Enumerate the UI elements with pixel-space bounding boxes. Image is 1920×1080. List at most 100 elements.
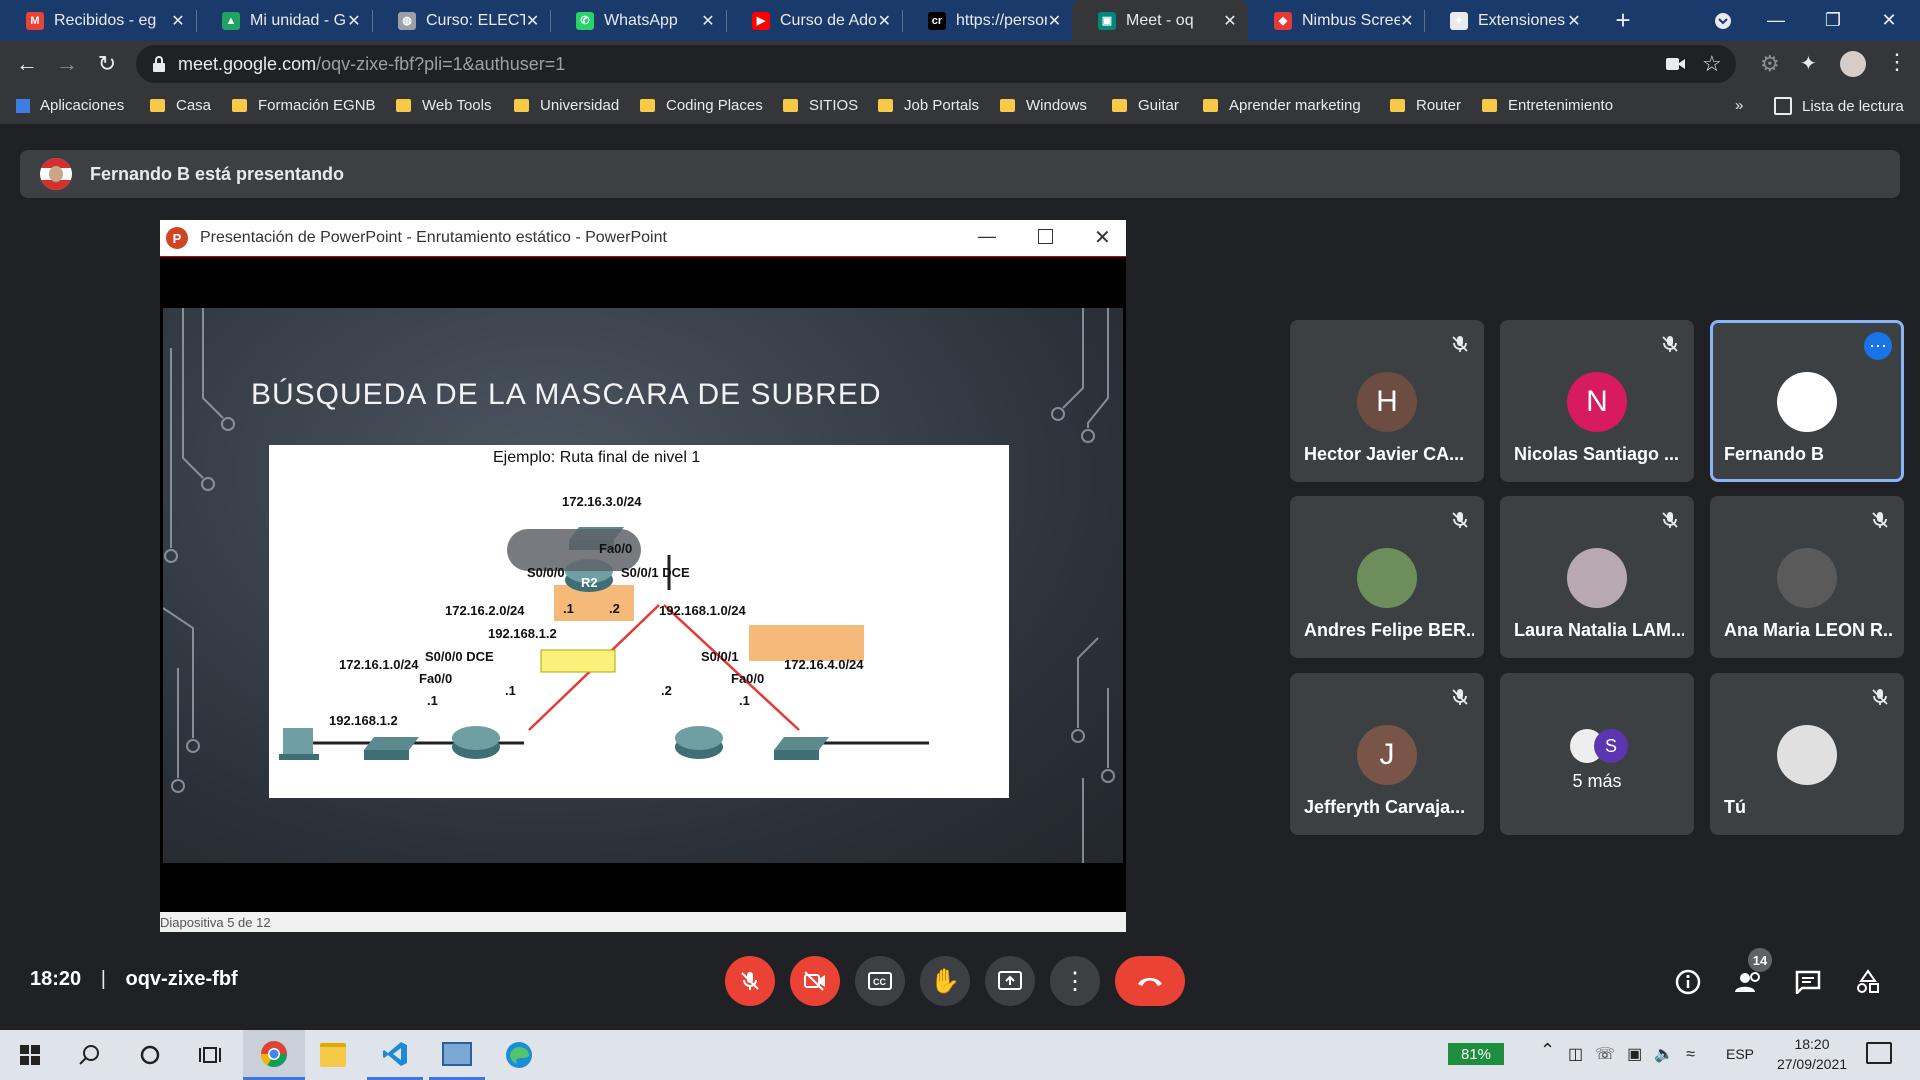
close-window-button[interactable]: ✕: [1866, 0, 1912, 41]
input-language[interactable]: ESP: [1726, 1046, 1754, 1062]
present-screen-button[interactable]: [985, 956, 1035, 1006]
tile-options-button[interactable]: ⋯: [1864, 332, 1892, 360]
bookmark-item[interactable]: Formación EGNB: [232, 97, 376, 114]
bookmark-item[interactable]: Web Tools: [396, 97, 492, 114]
taskbar-file-explorer[interactable]: [305, 1030, 361, 1080]
bookmark-label: Web Tools: [422, 97, 492, 114]
tab-close-icon[interactable]: ✕: [1047, 11, 1062, 31]
forward-button[interactable]: →: [52, 49, 82, 79]
tab-close-icon[interactable]: ✕: [700, 11, 716, 31]
taskbar-screen-app[interactable]: [429, 1030, 485, 1080]
tab-8[interactable]: ✦ Extensiones ✕: [1424, 0, 1592, 41]
participant-tile[interactable]: J Jefferyth Carvaja...: [1290, 673, 1484, 835]
browser-menu-icon[interactable]: ⋮: [1886, 49, 1908, 75]
camera-icon[interactable]: [1666, 57, 1686, 71]
bookmark-item[interactable]: Coding Places: [640, 97, 763, 114]
tab-5[interactable]: cr https://person ✕: [902, 0, 1072, 41]
participant-tile[interactable]: Tú: [1710, 673, 1904, 835]
more-vert-icon: ⋮: [1063, 967, 1087, 995]
bookmark-item[interactable]: Job Portals: [878, 97, 979, 114]
meeting-details-button[interactable]: [1670, 964, 1706, 1000]
bookmark-label: Guitar: [1138, 97, 1179, 114]
more-options-button[interactable]: ⋮: [1050, 956, 1100, 1006]
new-tab-button[interactable]: +: [1600, 0, 1646, 41]
camera-toggle-button[interactable]: [790, 956, 840, 1006]
tab-7[interactable]: ◆ Nimbus Screen✕: [1248, 0, 1424, 41]
participant-tile[interactable]: Andres Felipe BER...: [1290, 496, 1484, 658]
tab-1[interactable]: ▲ Mi unidad - G ✕: [196, 0, 372, 41]
ppt-minimize-icon: —: [978, 226, 996, 246]
restore-window-button[interactable]: ❐: [1810, 0, 1856, 41]
extension-gear-icon[interactable]: ⚙: [1760, 51, 1780, 77]
chat-button[interactable]: [1790, 964, 1826, 1000]
more-bookmarks-button[interactable]: »: [1735, 97, 1743, 114]
meeting-code: oqv-zixe-fbf: [125, 968, 238, 990]
tab-close-icon[interactable]: ✕: [346, 11, 362, 31]
minimize-window-button[interactable]: —: [1753, 0, 1799, 41]
captions-button[interactable]: CC: [855, 956, 905, 1006]
bookmark-item[interactable]: Entretenimiento: [1482, 97, 1613, 114]
profile-avatar[interactable]: [1840, 51, 1866, 77]
bookmark-item[interactable]: Aplicaciones: [16, 97, 124, 114]
activities-button[interactable]: [1850, 964, 1886, 1000]
participant-tile[interactable]: N Nicolas Santiago ...: [1500, 320, 1694, 482]
tab-close-icon[interactable]: ✕: [1566, 11, 1582, 31]
participant-tile[interactable]: Ana Maria LEON R...: [1710, 496, 1904, 658]
tab-close-icon[interactable]: ✕: [1222, 11, 1238, 31]
participant-tile[interactable]: S 5 más: [1500, 673, 1694, 835]
tab-3[interactable]: ✆ WhatsApp ✕: [550, 0, 726, 41]
participant-tile[interactable]: Laura Natalia LAM...: [1500, 496, 1694, 658]
label-r3-dot1: .1: [739, 693, 750, 708]
microphone-toggle-button[interactable]: [725, 956, 775, 1006]
bookmark-item[interactable]: Guitar: [1112, 97, 1179, 114]
participant-tile[interactable]: H Hector Javier CA...: [1290, 320, 1484, 482]
start-button[interactable]: [2, 1030, 58, 1080]
address-bar[interactable]: meet.google.com/oqv-zixe-fbf?pli=1&authu…: [136, 45, 1736, 83]
taskbar-clock[interactable]: 18:20 27/09/2021: [1770, 1034, 1854, 1074]
taskbar-edge[interactable]: [491, 1030, 547, 1080]
cortana-button[interactable]: [122, 1030, 178, 1080]
hang-up-icon: [1138, 978, 1162, 986]
more-participants-label: 5 más: [1572, 771, 1622, 791]
tab-2[interactable]: ◍ Curso: ELECTI ✕: [372, 0, 550, 41]
reload-button[interactable]: ↻: [92, 49, 122, 79]
vscode-icon: [383, 1041, 407, 1066]
raise-hand-button[interactable]: ✋: [920, 956, 970, 1006]
participant-tile[interactable]: Fernando B ⋯: [1710, 320, 1904, 482]
tab-close-icon[interactable]: ✕: [877, 11, 892, 31]
back-button[interactable]: ←: [12, 49, 42, 79]
tab-6[interactable]: ▣ Meet - oq ✕: [1072, 0, 1248, 41]
task-view-button[interactable]: [182, 1030, 238, 1080]
bookmark-item[interactable]: Casa: [150, 97, 211, 114]
tab-0[interactable]: M Recibidos - eg ✕: [0, 0, 196, 41]
bookmark-item[interactable]: Aprender marketing: [1203, 97, 1361, 114]
bookmark-star-icon[interactable]: ☆: [1702, 51, 1722, 77]
tab-close-icon[interactable]: ✕: [170, 11, 186, 31]
presenter-banner-text: Fernando B está presentando: [90, 164, 345, 184]
globe-icon: ◍: [398, 11, 416, 30]
bookmark-item[interactable]: Windows: [1000, 97, 1087, 114]
battery-indicator[interactable]: 81%: [1448, 1043, 1504, 1065]
taskbar-chrome[interactable]: [243, 1030, 305, 1080]
folder-icon: [514, 99, 529, 112]
bookmark-item[interactable]: Universidad: [514, 97, 619, 114]
people-button[interactable]: 14: [1730, 948, 1772, 1000]
battery-percent: 81%: [1460, 1045, 1492, 1063]
tab-close-icon[interactable]: ✕: [525, 11, 540, 31]
bookmark-item[interactable]: SITIOS: [783, 97, 858, 114]
taskbar-vscode[interactable]: [367, 1030, 423, 1080]
show-hidden-icons[interactable]: ⌃: [1540, 1040, 1555, 1061]
notifications-button[interactable]: [1866, 1042, 1892, 1064]
tab-close-icon[interactable]: ✕: [1400, 11, 1414, 31]
leave-call-button[interactable]: [1115, 956, 1185, 1006]
extensions-puzzle-icon[interactable]: ✦: [1800, 51, 1817, 76]
youtube-icon: ▶: [752, 11, 770, 30]
captions-icon: CC: [868, 972, 892, 990]
ppt-maximize-icon: [1038, 229, 1053, 244]
search-button[interactable]: [62, 1030, 118, 1080]
avatar: [1357, 548, 1417, 608]
reading-list-button[interactable]: Lista de lectura: [1774, 97, 1904, 115]
tab-search-button[interactable]: [1700, 0, 1746, 41]
bookmark-item[interactable]: Router: [1390, 97, 1461, 114]
tab-4[interactable]: ▶ Curso de Adol ✕: [726, 0, 902, 41]
